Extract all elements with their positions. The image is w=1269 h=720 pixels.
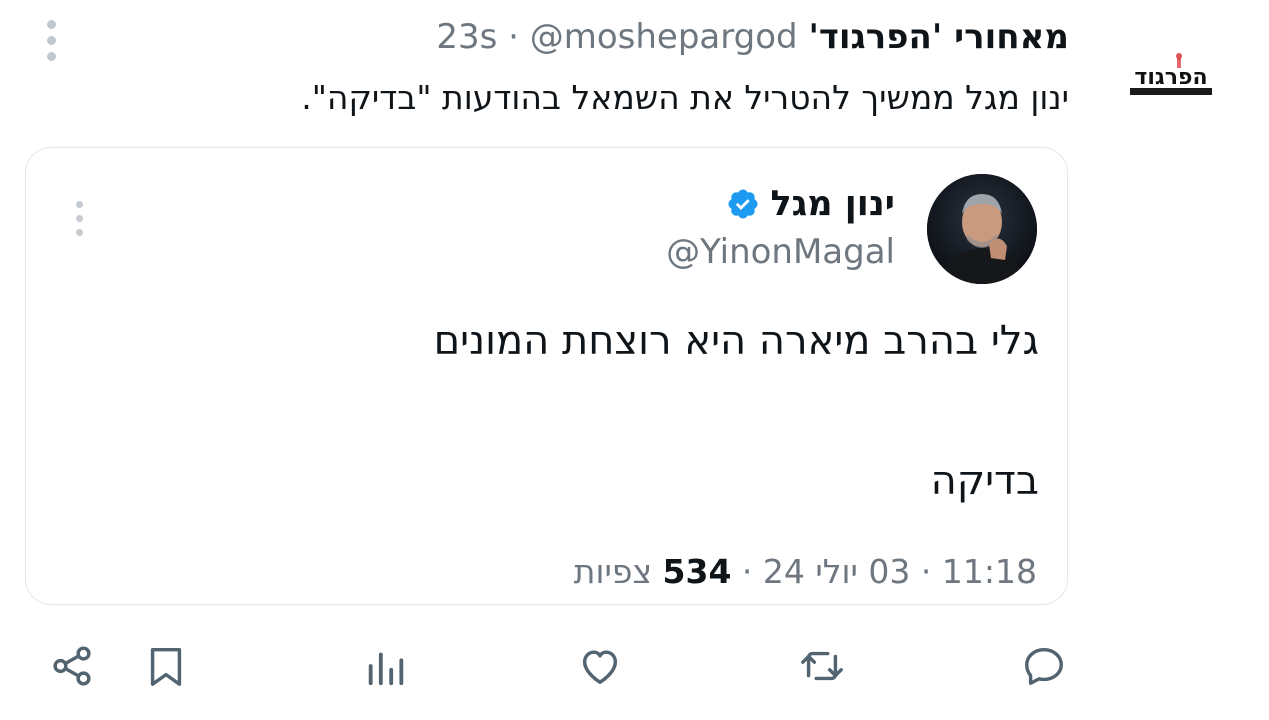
quoted-author: ינון מגל: [726, 180, 895, 228]
tweet-text: ינון מגל ממשיך להטריל את השמאל בהודעות "…: [301, 78, 1069, 117]
reply-icon: [1025, 647, 1063, 685]
retweet-button[interactable]: [796, 640, 848, 692]
pargod-logo-graphic: הפרגוד: [1128, 50, 1214, 100]
views-label: צפיות: [573, 552, 663, 591]
quoted-author-handle[interactable]: @YinonMagal: [666, 228, 895, 276]
like-icon: [582, 650, 618, 685]
avatar-image: [927, 174, 1037, 284]
more-dot: [75, 215, 83, 222]
more-dot: [46, 20, 56, 29]
analytics-icon: [368, 652, 404, 686]
analytics-button[interactable]: [360, 640, 412, 692]
verified-badge-icon: [728, 189, 758, 219]
like-button[interactable]: [574, 640, 626, 692]
quoted-author-name[interactable]: ינון מגל: [770, 180, 895, 228]
bookmark-icon: [150, 647, 182, 686]
views-count: 534: [662, 552, 732, 591]
more-dot: [75, 229, 83, 236]
more-dot: [46, 52, 56, 61]
quoted-tweet-meta: 11:18 · 03 יולי 24 · 534 צפיות: [574, 548, 1037, 596]
bookmark-button[interactable]: [140, 640, 192, 692]
retweet-icon: [801, 651, 843, 681]
share-button[interactable]: [46, 640, 98, 692]
tweet-header: מאחורי 'הפרגוד' 23s · @moshepargod: [436, 12, 1069, 62]
author-name[interactable]: מאחורי 'הפרגוד': [808, 17, 1069, 57]
more-dot: [75, 201, 83, 208]
quoted-tweet-text-line2: בדיקה: [930, 458, 1039, 504]
quoted-more-options-icon[interactable]: [74, 201, 84, 236]
reply-button[interactable]: [1018, 640, 1070, 692]
more-dot: [46, 36, 56, 45]
avatar[interactable]: [927, 174, 1037, 284]
quoted-tweet-text-line1: גלי בהרב מיארה היא רוצחת המונים: [433, 318, 1039, 364]
author-meta[interactable]: 23s · @moshepargod: [436, 17, 797, 57]
quoted-tweet-timestamp[interactable]: 11:18 · 03 יולי 24 ·: [731, 552, 1037, 591]
svg-text:הפרגוד: הפרגוד: [1134, 65, 1207, 90]
pargod-logo[interactable]: הפרגוד: [1128, 50, 1214, 100]
more-options-icon[interactable]: [46, 20, 56, 61]
share-icon: [53, 646, 91, 686]
quoted-tweet-card[interactable]: [25, 147, 1068, 605]
